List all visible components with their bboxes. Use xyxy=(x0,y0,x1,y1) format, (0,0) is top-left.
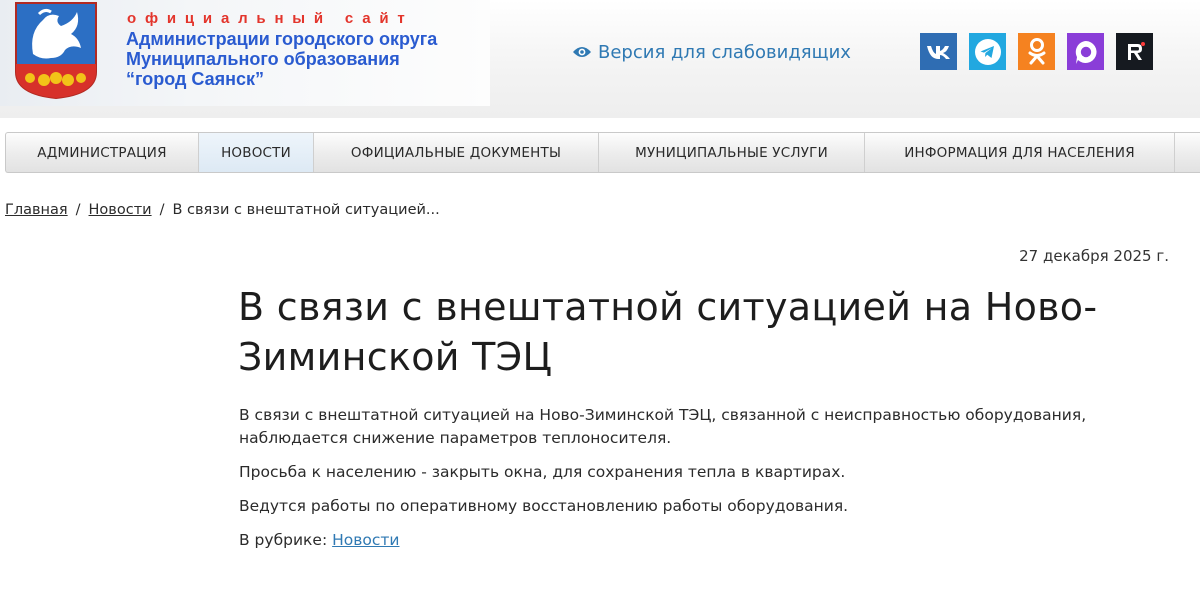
rubric-label: В рубрике: xyxy=(239,531,328,549)
rutube-icon[interactable] xyxy=(1116,33,1153,70)
vk-icon[interactable] xyxy=(920,33,957,70)
city-crest-icon xyxy=(15,2,97,99)
breadcrumb-separator: / xyxy=(75,202,81,218)
nav-item-municipal-services[interactable]: МУНИЦИПАЛЬНЫЕ УСЛУГИ xyxy=(599,133,865,172)
article-paragraph: Ведутся работы по оперативному восстанов… xyxy=(239,497,849,515)
nav-item-official-documents[interactable]: ОФИЦИАЛЬНЫЕ ДОКУМЕНТЫ xyxy=(314,133,599,172)
article-body: В связи с внештатной ситуацией на Ново-З… xyxy=(239,404,1179,563)
low-vision-version-link[interactable]: Версия для слабовидящих xyxy=(572,41,851,63)
article-title: В связи с внештатной ситуацией на Ново-З… xyxy=(238,285,1098,379)
article-rubric: В рубрике: Новости xyxy=(239,529,1179,552)
telegram-icon[interactable] xyxy=(969,33,1006,70)
site-header: официальный сайт Администрации городског… xyxy=(0,0,1200,118)
breadcrumb-separator: / xyxy=(159,202,165,218)
site-name-line-2: Муниципального образования xyxy=(126,49,400,69)
breadcrumb-news-link[interactable]: Новости xyxy=(89,202,152,218)
social-links xyxy=(920,33,1153,70)
breadcrumb-current: В связи с внештатной ситуацией... xyxy=(172,202,440,218)
site-name-line-3: “город Саянск” xyxy=(126,69,265,89)
breadcrumb: Главная / Новости / В связи с внештатной сит… xyxy=(5,202,440,218)
nav-item-news[interactable]: НОВОСТИ xyxy=(199,133,314,172)
main-navigation: АДМИНИСТРАЦИЯ НОВОСТИ ОФИЦИАЛЬНЫЕ ДОКУМЕ… xyxy=(5,132,1200,173)
nav-item-administration[interactable]: АДМИНИСТРАЦИЯ xyxy=(6,133,199,172)
site-name-line-1: Администрации городского округа xyxy=(126,29,438,49)
article-paragraph: Просьба к населению - закрыть окна, для … xyxy=(239,463,846,481)
low-vision-label: Версия для слабовидящих xyxy=(598,41,851,63)
site-name: Администрации городского округа Муниципа… xyxy=(126,29,437,89)
site-tagline: официальный сайт xyxy=(127,10,414,27)
article-date: 27 декабря 2025 г. xyxy=(1019,247,1169,265)
max-messenger-icon[interactable] xyxy=(1067,33,1104,70)
breadcrumb-home-link[interactable]: Главная xyxy=(5,202,68,218)
nav-item-info-for-population[interactable]: ИНФОРМАЦИЯ ДЛЯ НАСЕЛЕНИЯ xyxy=(865,133,1175,172)
nav-item-more[interactable] xyxy=(1175,133,1200,172)
article-paragraph: В связи с внештатной ситуацией на Ново-З… xyxy=(239,406,1087,447)
eye-icon xyxy=(572,45,592,59)
rubric-news-link[interactable]: Новости xyxy=(332,531,399,549)
site-logo-link[interactable]: официальный сайт Администрации городског… xyxy=(0,0,490,106)
odnoklassniki-icon[interactable] xyxy=(1018,33,1055,70)
